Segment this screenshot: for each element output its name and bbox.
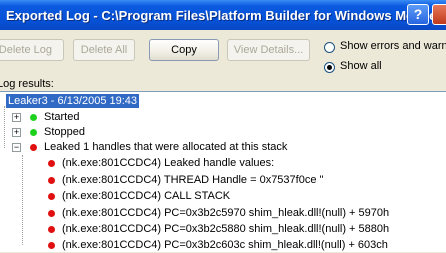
tree-item-leaked[interactable]: − Leaked 1 handles that were allocated a…	[0, 140, 400, 155]
log-tree[interactable]: Leaker3 - 6/13/2005 19:43 + Started + St…	[0, 91, 446, 252]
help-button[interactable]: ?	[407, 4, 429, 25]
status-error-icon	[48, 160, 55, 167]
view-details-button[interactable]: View Details...	[227, 39, 310, 61]
tree-item-stopped[interactable]: + Stopped	[0, 125, 200, 140]
status-error-icon	[48, 242, 55, 249]
tree-child-label: (nk.exe:801CCDC4) PC=0x3b2c5880 shim_hle…	[62, 223, 390, 235]
copy-button[interactable]: Copy	[149, 39, 219, 61]
tree-item-label: Started	[44, 111, 80, 123]
status-error-icon	[48, 193, 55, 200]
expand-icon[interactable]: +	[12, 128, 21, 137]
tree-root-label[interactable]: Leaker3 - 6/13/2005 19:43	[6, 94, 140, 108]
status-error-icon	[30, 144, 37, 151]
show-all-radio[interactable]	[324, 62, 335, 73]
tree-child-label: (nk.exe:801CCDC4) CALL STACK	[62, 190, 231, 202]
status-ok-icon	[30, 114, 37, 121]
tree-child-row[interactable]: (nk.exe:801CCDC4) CALL STACK	[0, 189, 430, 204]
status-error-icon	[48, 210, 55, 217]
tree-child-row[interactable]: (nk.exe:801CCDC4) PC=0x3b2c5880 shim_hle…	[0, 222, 430, 237]
status-ok-icon	[30, 129, 37, 136]
delete-log-button[interactable]: Delete Log	[0, 39, 64, 61]
title-bar[interactable]: Exported Log - C:\Program Files\Platform…	[0, 0, 446, 30]
expand-icon[interactable]: +	[12, 113, 21, 122]
window-title: Exported Log - C:\Program Files\Platform…	[6, 8, 440, 23]
tree-child-label: (nk.exe:801CCDC4) PC=0x3b2c5970 shim_hle…	[62, 207, 390, 219]
results-label: Log results:	[0, 78, 54, 90]
delete-all-button[interactable]: Delete All	[73, 39, 135, 61]
tree-child-row[interactable]: (nk.exe:801CCDC4) PC=0x3b2c5970 shim_hle…	[0, 206, 430, 221]
status-error-icon	[48, 177, 55, 184]
tree-child-label: (nk.exe:801CCDC4) Leaked handle values:	[62, 157, 275, 169]
status-error-icon	[48, 226, 55, 233]
close-button[interactable]	[432, 4, 446, 25]
tree-item-started[interactable]: + Started	[0, 110, 200, 125]
tree-item-label: Stopped	[44, 126, 85, 138]
tree-child-label: (nk.exe:801CCDC4) THREAD Handle = 0x7537…	[62, 174, 324, 186]
show-all-label[interactable]: Show all	[340, 60, 382, 72]
tree-child-row[interactable]: (nk.exe:801CCDC4) Leaked handle values:	[0, 156, 430, 171]
tree-item-label: Leaked 1 handles that were allocated at …	[44, 141, 288, 153]
collapse-icon[interactable]: −	[12, 143, 21, 152]
show-errors-label[interactable]: Show errors and warnings	[340, 40, 446, 52]
show-errors-radio[interactable]	[324, 42, 335, 53]
tree-child-row[interactable]: (nk.exe:801CCDC4) THREAD Handle = 0x7537…	[0, 173, 430, 188]
